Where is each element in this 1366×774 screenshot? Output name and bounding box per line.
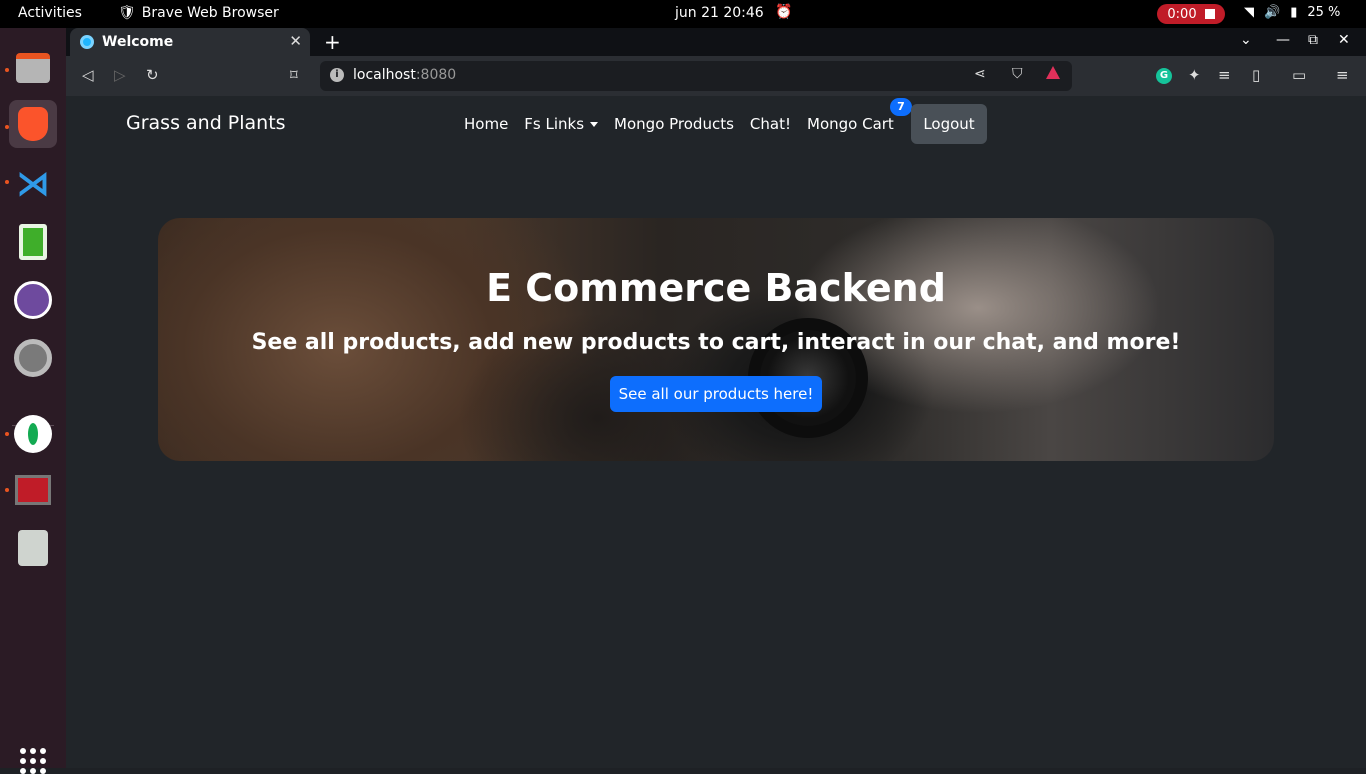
cart-count-badge: 7 (890, 98, 912, 116)
recording-time: 0:00 (1167, 6, 1197, 22)
dock: ⋊ (0, 28, 66, 774)
sidebar-icon[interactable]: ▯ (1252, 66, 1260, 84)
brave-icon: 🛡 (118, 5, 136, 21)
minimize-icon[interactable]: — (1276, 32, 1290, 48)
wallet-icon[interactable]: ▭ (1292, 66, 1306, 84)
site-brand[interactable]: Grass and Plants (126, 112, 286, 134)
forward-icon[interactable]: ▷ (114, 66, 126, 84)
site-favicon-icon (80, 35, 94, 49)
brave-lion-icon (18, 107, 48, 141)
bookmark-icon[interactable]: ⌑ (290, 66, 298, 84)
hero-title: E Commerce Backend (486, 266, 946, 310)
hero-subtitle: See all products, add new products to ca… (251, 330, 1181, 355)
nav-home[interactable]: Home (464, 115, 508, 133)
dock-trash[interactable] (9, 524, 57, 572)
wifi-icon: ◥ (1244, 5, 1254, 20)
brave-shields-icon[interactable]: ⛉ (1012, 66, 1023, 82)
url-host: localhost (353, 67, 416, 83)
dock-brave[interactable] (9, 100, 57, 148)
menu-icon[interactable]: ≡ (1336, 66, 1349, 84)
dock-mongodb-compass[interactable] (9, 410, 57, 458)
nav-mongo-cart-label: Mongo Cart (807, 115, 894, 133)
close-window-icon[interactable]: ✕ (1338, 32, 1350, 48)
dock-github[interactable] (9, 276, 57, 324)
nav-fs-links-dropdown[interactable]: Fs Links (524, 115, 599, 133)
spreadsheet-icon (19, 224, 47, 260)
alarm-icon: ⏰ (775, 4, 793, 20)
logout-button[interactable]: Logout (911, 104, 987, 144)
dock-screen-recorder[interactable] (9, 466, 57, 514)
nav-links: Home Fs Links Mongo Products Chat! Mongo… (464, 98, 912, 133)
browser-window: Welcome ✕ + ⌄ — ⧉ ✕ ◁ ▷ ↻ ⌑ i localhost:… (66, 28, 1366, 768)
url-text: localhost:8080 (353, 67, 456, 83)
hero-banner: E Commerce Backend See all products, add… (158, 218, 1274, 461)
settings-icon (14, 339, 52, 377)
tab-search-chevron-icon[interactable]: ⌄ (1240, 32, 1252, 48)
restore-icon[interactable]: ⧉ (1308, 32, 1318, 48)
tab-strip: Welcome ✕ + ⌄ — ⧉ ✕ (66, 28, 1366, 56)
activities-button[interactable]: Activities (18, 5, 82, 21)
address-bar[interactable]: i localhost:8080 ⋖ ⛉ (320, 61, 1072, 91)
nav-mongo-products[interactable]: Mongo Products (614, 115, 734, 133)
github-icon (14, 281, 52, 319)
grammarly-extension-icon[interactable]: G (1156, 68, 1172, 84)
nav-mongo-cart[interactable]: Mongo Cart 7 (807, 98, 912, 133)
see-products-button[interactable]: See all our products here! (610, 376, 822, 412)
dock-spreadsheet[interactable] (9, 218, 57, 266)
extensions-puzzle-icon[interactable]: ✦ (1188, 66, 1201, 84)
vscode-icon: ⋊ (16, 164, 50, 204)
trash-icon (18, 530, 48, 566)
web-page: Grass and Plants Home Fs Links Mongo Pro… (66, 96, 1366, 768)
dock-files[interactable] (9, 44, 57, 92)
url-port: :8080 (415, 67, 457, 83)
mongodb-leaf-icon (14, 415, 52, 453)
system-top-bar: Activities 🛡 Brave Web Browser jun 21 20… (0, 0, 1366, 28)
system-tray[interactable]: ◥ 🔊 ▮ 25 % (1244, 5, 1340, 20)
brave-rewards-icon[interactable] (1046, 66, 1060, 79)
browser-toolbar: ◁ ▷ ↻ ⌑ i localhost:8080 ⋖ ⛉ G ✦ ≡ ▯ ▭ ≡ (66, 56, 1366, 96)
tab-welcome[interactable]: Welcome ✕ (70, 28, 310, 56)
caret-down-icon (590, 122, 599, 127)
site-navbar: Grass and Plants Home Fs Links Mongo Pro… (66, 96, 1366, 152)
tab-title: Welcome (102, 34, 174, 50)
dock-settings[interactable] (9, 334, 57, 382)
battery-icon: ▮ (1290, 5, 1298, 20)
site-info-icon[interactable]: i (330, 68, 344, 82)
dock-vscode[interactable]: ⋊ (9, 160, 57, 208)
new-tab-plus-icon[interactable]: + (324, 30, 341, 54)
app-name-label: Brave Web Browser (141, 5, 279, 21)
reload-icon[interactable]: ↻ (146, 66, 159, 84)
screen-recorder-icon (15, 475, 51, 505)
show-apps-grid-icon[interactable] (20, 748, 46, 774)
stop-icon (1204, 9, 1215, 19)
app-menu[interactable]: 🛡 Brave Web Browser (118, 5, 279, 21)
media-playlist-icon[interactable]: ≡ (1218, 66, 1231, 84)
folder-icon (16, 53, 50, 83)
nav-fs-links-label: Fs Links (524, 115, 585, 133)
volume-icon: 🔊 (1264, 5, 1281, 20)
back-icon[interactable]: ◁ (82, 66, 94, 84)
clock[interactable]: jun 21 20:46 (675, 5, 764, 21)
close-tab-icon[interactable]: ✕ (289, 32, 302, 50)
screen-recording-indicator[interactable]: 0:00 (1157, 4, 1225, 24)
share-icon[interactable]: ⋖ (974, 66, 986, 82)
battery-percent: 25 % (1307, 5, 1341, 20)
nav-chat[interactable]: Chat! (750, 115, 791, 133)
